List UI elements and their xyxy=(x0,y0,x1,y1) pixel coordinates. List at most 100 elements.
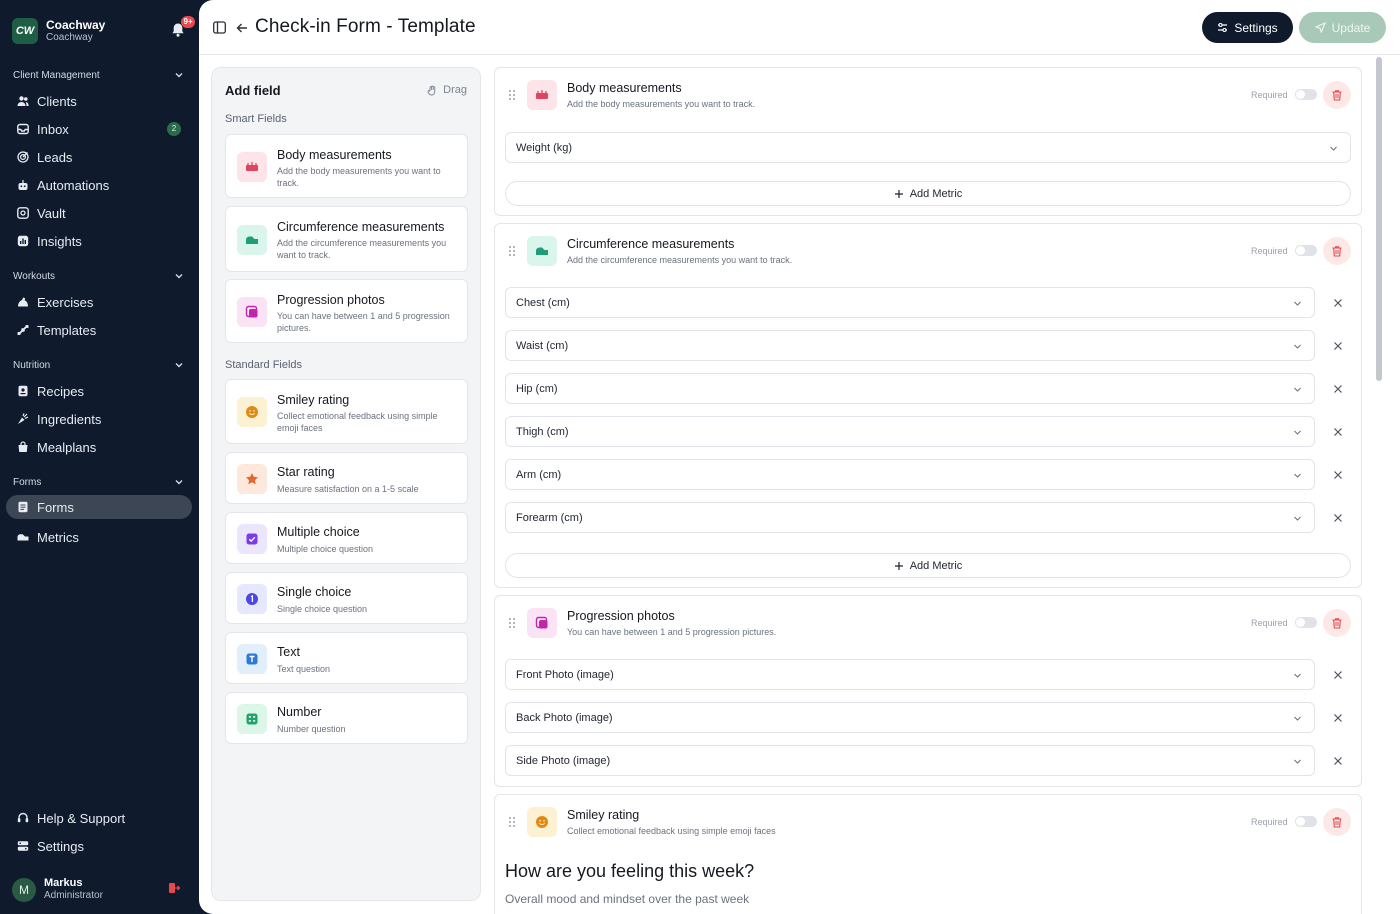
field-option-smiley-rating[interactable]: Smiley rating Collect emotional feedback… xyxy=(225,379,468,444)
field-option-body-measurements[interactable]: Body measurements Add the body measureme… xyxy=(225,134,468,198)
sidebar-item-automations[interactable]: Automations xyxy=(0,171,198,199)
field-option-multiple-choice[interactable]: Multiple choice Multiple choice question xyxy=(225,512,468,564)
logout-icon[interactable] xyxy=(168,882,180,894)
question-subtitle[interactable]: Overall mood and mindset over the past w… xyxy=(505,892,749,906)
plus-icon xyxy=(894,189,903,198)
sidebar-toggle-icon[interactable] xyxy=(213,21,226,34)
field-option-title: Progression photos xyxy=(277,293,385,307)
standard-fields-label: Standard Fields xyxy=(225,359,303,371)
metric-select[interactable]: Weight (kg) xyxy=(505,132,1351,163)
required-toggle[interactable] xyxy=(1295,816,1317,827)
field-option-number[interactable]: Number Number question xyxy=(225,692,468,744)
chevron-down-icon xyxy=(175,363,183,368)
close-icon[interactable] xyxy=(1333,298,1343,308)
sidebar-item-label: Automations xyxy=(37,177,110,193)
sidebar-item-label: Mealplans xyxy=(37,439,97,455)
block-description: You can have between 1 and 5 progression… xyxy=(567,627,777,637)
sidebar-item-label: Vault xyxy=(37,205,66,221)
form-block-circumference-measurements[interactable]: Circumference measurements Add the circu… xyxy=(494,223,1362,588)
field-option-single-choice[interactable]: Single choice Single choice question xyxy=(225,572,468,624)
sidebar-item-settings[interactable]: Settings xyxy=(0,832,198,860)
form-block-progression-photos[interactable]: Progression photos You can have between … xyxy=(494,595,1362,787)
top-bar: Check-in Form - Template Settings Update xyxy=(199,0,1400,55)
metric-select[interactable]: Side Photo (image) xyxy=(505,745,1315,776)
scrollbar[interactable] xyxy=(1376,57,1382,381)
form-block-body-measurements[interactable]: Body measurements Add the body measureme… xyxy=(494,67,1362,216)
metric-select[interactable]: Front Photo (image) xyxy=(505,659,1315,690)
user-profile[interactable]: M Markus Administrator xyxy=(12,877,103,902)
drag-handle-icon[interactable] xyxy=(508,816,516,828)
required-toggle[interactable] xyxy=(1295,89,1317,100)
sidebar-item-templates[interactable]: Templates xyxy=(0,316,198,344)
sidebar-item-vault[interactable]: Vault xyxy=(0,199,198,227)
update-button[interactable]: Update xyxy=(1299,12,1386,43)
drag-handle-icon[interactable] xyxy=(508,617,516,629)
sidebar-item-metrics[interactable]: Metrics xyxy=(0,523,198,551)
sidebar-item-clients[interactable]: Clients xyxy=(0,87,198,115)
sidebar-item-ingredients[interactable]: Ingredients xyxy=(0,405,198,433)
chevron-down-icon xyxy=(1294,387,1301,392)
metric-select[interactable]: Forearm (cm) xyxy=(505,502,1315,533)
back-arrow-icon[interactable] xyxy=(236,22,248,34)
scale-icon xyxy=(237,152,267,182)
close-icon[interactable] xyxy=(1333,427,1343,437)
close-icon[interactable] xyxy=(1333,513,1343,523)
sidebar-item-mealplans[interactable]: Mealplans xyxy=(0,433,198,461)
update-button-label: Update xyxy=(1331,20,1371,35)
sidebar-item-forms[interactable]: Forms xyxy=(6,495,192,519)
section-header[interactable]: Client Management xyxy=(0,67,198,83)
required-toggle[interactable] xyxy=(1295,617,1317,628)
sidebar-item-recipes[interactable]: Recipes xyxy=(0,377,198,405)
close-icon[interactable] xyxy=(1333,341,1343,351)
field-option-description: Single choice question xyxy=(277,604,368,614)
delete-block-button[interactable] xyxy=(1323,81,1351,109)
metric-select[interactable]: Hip (cm) xyxy=(505,373,1315,404)
brand-subtitle: Coachway xyxy=(46,31,93,43)
settings-button[interactable]: Settings xyxy=(1202,12,1293,43)
section-header[interactable]: Workouts xyxy=(0,268,198,284)
sidebar-item-inbox[interactable]: Inbox 2 xyxy=(0,115,198,143)
add-metric-button[interactable]: Add Metric xyxy=(505,181,1351,206)
field-option-star-rating[interactable]: Star rating Measure satisfaction on a 1-… xyxy=(225,452,468,504)
section-header[interactable]: Nutrition xyxy=(0,357,198,373)
brand[interactable]: CW Coachway Coachway xyxy=(12,18,105,44)
checkbox-icon xyxy=(237,524,267,554)
settings-button-label: Settings xyxy=(1234,20,1278,35)
metric-select[interactable]: Waist (cm) xyxy=(505,330,1315,361)
sidebar-item-insights[interactable]: Insights xyxy=(0,227,198,255)
metric-select[interactable]: Chest (cm) xyxy=(505,287,1315,318)
close-icon[interactable] xyxy=(1333,756,1343,766)
delete-block-button[interactable] xyxy=(1323,237,1351,265)
metric-select[interactable]: Arm (cm) xyxy=(505,459,1315,490)
field-option-text[interactable]: Text Text question xyxy=(225,632,468,684)
add-metric-button[interactable]: Add Metric xyxy=(505,553,1351,578)
section-header[interactable]: Forms xyxy=(0,474,198,490)
metric-select[interactable]: Back Photo (image) xyxy=(505,702,1315,733)
close-icon[interactable] xyxy=(1333,670,1343,680)
field-option-description: Add the body measurements you want to tr… xyxy=(277,166,441,188)
metric-select[interactable]: Thigh (cm) xyxy=(505,416,1315,447)
delete-block-button[interactable] xyxy=(1323,808,1351,836)
field-option-circumference-measurements[interactable]: Circumference measurements Add the circu… xyxy=(225,206,468,272)
field-option-progression-photos[interactable]: Progression photos You can have between … xyxy=(225,279,468,343)
metric-select-value: Hip (cm) xyxy=(516,382,558,395)
field-option-title: Star rating xyxy=(277,465,335,479)
inbox-count-badge: 2 xyxy=(167,122,181,136)
question-title[interactable]: How are you feeling this week? xyxy=(505,861,754,882)
sidebar-item-exercises[interactable]: Exercises xyxy=(0,288,198,316)
page-title: Check-in Form - Template xyxy=(255,16,476,37)
close-icon[interactable] xyxy=(1333,470,1343,480)
close-icon[interactable] xyxy=(1333,384,1343,394)
form-block-smiley-rating[interactable]: Smiley rating Collect emotional feedback… xyxy=(494,794,1362,914)
block-title: Body measurements xyxy=(567,81,682,95)
sidebar-item-label: Forms xyxy=(37,499,74,515)
sidebar-item-help-support[interactable]: Help & Support xyxy=(0,804,198,832)
delete-block-button[interactable] xyxy=(1323,609,1351,637)
gear-icon xyxy=(17,840,29,852)
required-toggle[interactable] xyxy=(1295,245,1317,256)
drag-hint-label: Drag xyxy=(443,84,467,96)
sidebar-item-leads[interactable]: Leads xyxy=(0,143,198,171)
drag-handle-icon[interactable] xyxy=(508,89,516,101)
close-icon[interactable] xyxy=(1333,713,1343,723)
drag-handle-icon[interactable] xyxy=(508,245,516,257)
